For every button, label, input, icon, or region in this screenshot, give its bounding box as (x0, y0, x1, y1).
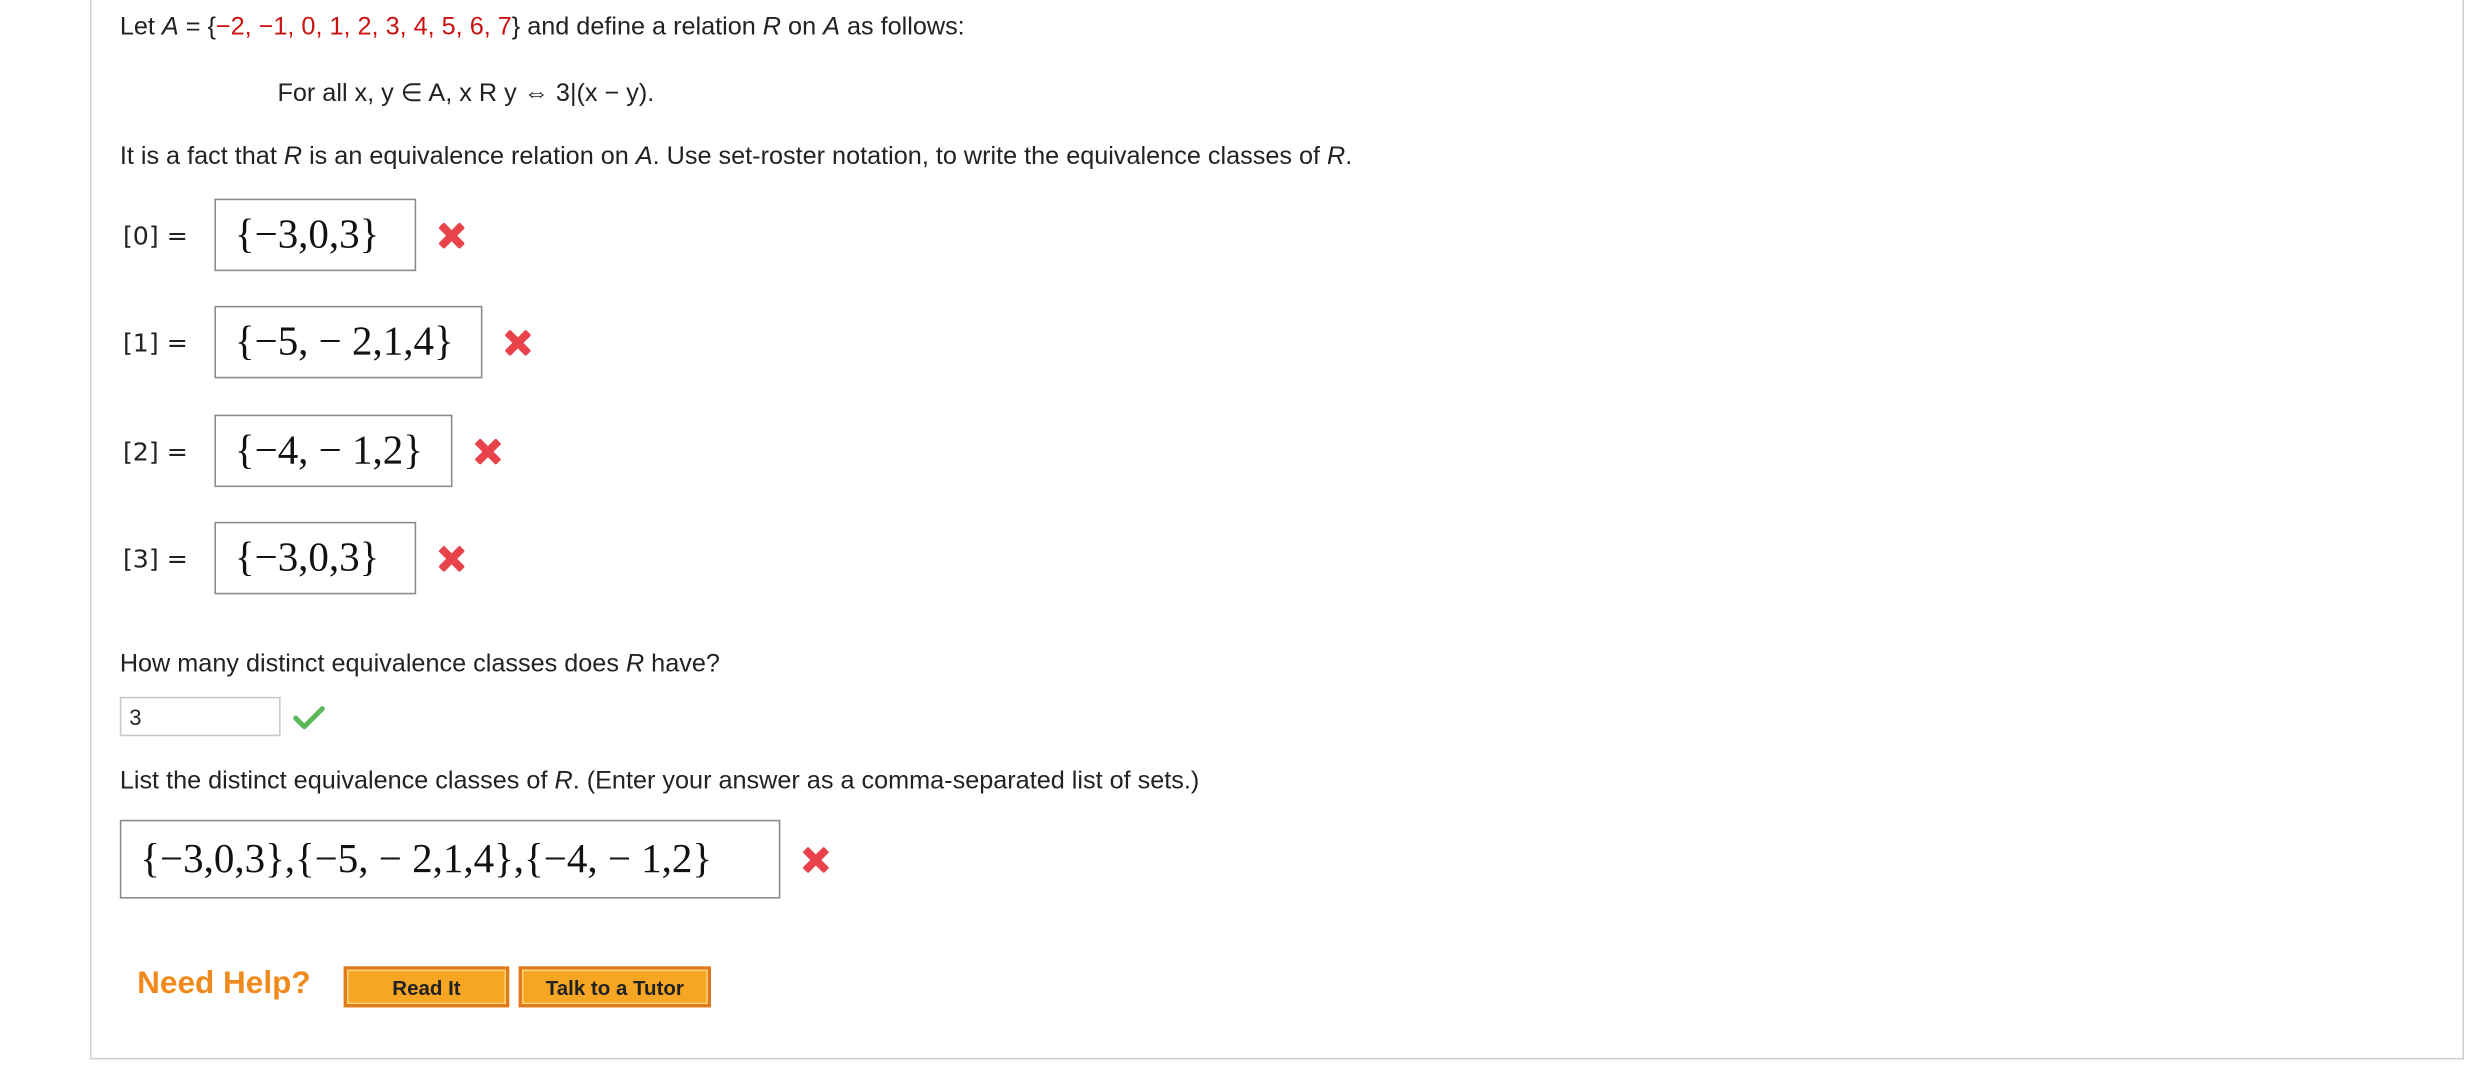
intro-eq: = { (178, 14, 216, 41)
fact-text: . (1345, 143, 1353, 171)
x-mark-icon (475, 438, 500, 463)
fact-statement: It is a fact that R is an equivalence re… (120, 143, 1352, 171)
talk-to-tutor-button[interactable]: Talk to a Tutor (518, 966, 712, 1008)
relation-rule: For all x, y ∈ A, x R y ⇔ 3|(x − y). (277, 77, 654, 109)
question-text: . (Enter your answer as a comma-separate… (572, 767, 1200, 795)
answer-value: {−3,0,3} (234, 211, 380, 257)
set-elements: −2, −1, 0, 1, 2, 3, 4, 5, 6, 7 (215, 14, 512, 41)
check-mark-icon (293, 706, 325, 730)
var-r: R (283, 143, 303, 171)
x-mark-icon (802, 847, 827, 872)
count-question: How many distinct equivalence classes do… (120, 651, 720, 679)
fact-text: It is a fact that (119, 143, 284, 171)
answer-box-class-0[interactable]: {−3,0,3} (214, 198, 417, 272)
problem-intro: Let A = {−2, −1, 0, 1, 2, 3, 4, 5, 6, 7}… (120, 14, 965, 42)
class-label: [0] = (122, 219, 188, 250)
need-help-label: Need Help? (137, 966, 311, 1002)
var-a: A (161, 14, 179, 41)
list-question: List the distinct equivalence classes of… (120, 768, 1200, 796)
answer-value: {−4, − 1,2} (234, 427, 423, 473)
question-text: How many distinct equivalence classes do… (119, 651, 626, 678)
class-row-0: [0] = {−3,0,3} (123, 195, 464, 274)
rule-text: For all x, y ∈ A, x R y ⇔ 3|(x − y). (277, 80, 655, 108)
intro-text: on (781, 14, 824, 41)
class-count-input[interactable] (119, 696, 281, 737)
var-a: A (823, 14, 840, 41)
x-mark-icon (438, 545, 463, 570)
list-answer-row: {−3,0,3},{−5, − 2,1,4},{−4, − 1,2} (119, 818, 828, 900)
answer-box-class-1[interactable]: {−5, − 2,1,4} (214, 305, 483, 379)
answer-box-class-3[interactable]: {−3,0,3} (214, 521, 417, 595)
class-label: [1] = (122, 327, 188, 358)
intro-text: Let (119, 14, 162, 41)
intro-text: } and define a relation (511, 14, 763, 41)
answer-box-class-list[interactable]: {−3,0,3},{−5, − 2,1,4},{−4, − 1,2} (119, 819, 781, 899)
var-a: A (635, 143, 653, 171)
class-label: [2] = (122, 435, 188, 466)
class-row-2: [2] = {−4, − 1,2} (123, 411, 500, 490)
read-it-button[interactable]: Read It (343, 966, 510, 1008)
answer-box-class-2[interactable]: {−4, − 1,2} (214, 414, 453, 488)
fact-text: . Use set-roster notation, to write the … (652, 143, 1328, 171)
question-text: have? (644, 651, 720, 678)
class-label: [3] = (122, 543, 188, 574)
x-mark-icon (504, 329, 529, 354)
x-mark-icon (438, 222, 463, 247)
var-r: R (554, 767, 573, 795)
fact-text: is an equivalence relation on (302, 143, 636, 171)
answer-value: {−3,0,3},{−5, − 2,1,4},{−4, − 1,2} (140, 835, 713, 882)
var-r: R (762, 14, 782, 41)
var-r: R (625, 651, 645, 678)
class-row-1: [1] = {−5, − 2,1,4} (123, 303, 530, 382)
answer-value: {−3,0,3} (234, 534, 380, 581)
class-row-3: [3] = {−3,0,3} (123, 519, 464, 598)
intro-text: as follows: (839, 14, 965, 41)
answer-value: {−5, − 2,1,4} (234, 318, 454, 365)
var-r: R (1327, 143, 1346, 171)
question-text: List the distinct equivalence classes of (119, 767, 555, 795)
